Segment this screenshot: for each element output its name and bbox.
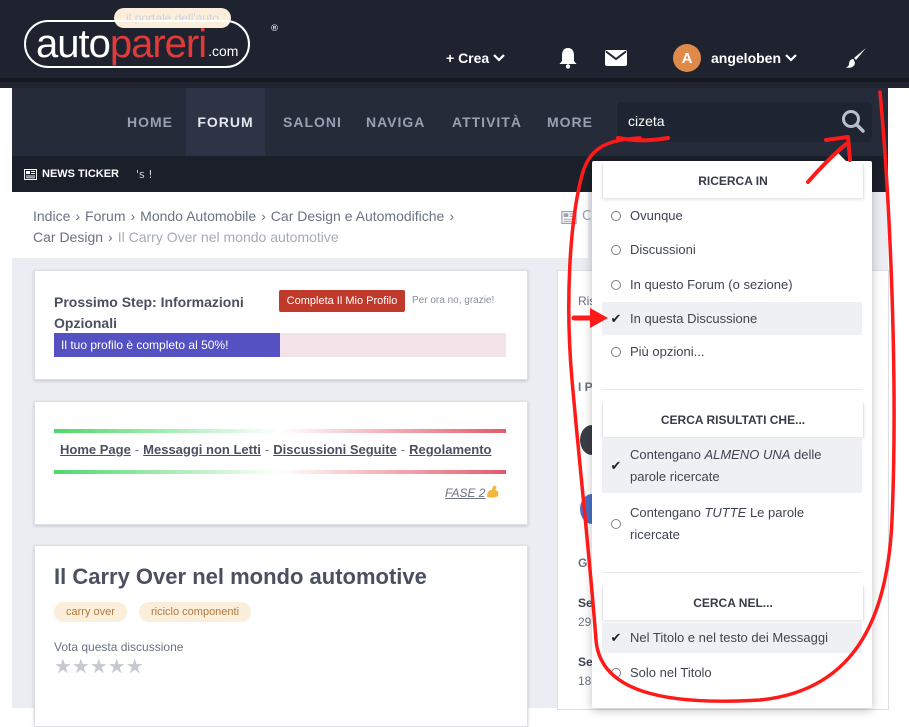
check-icon: ✔ bbox=[610, 630, 622, 645]
quick-links: Home Page - Messaggi non Letti - Discussioni… bbox=[60, 442, 492, 457]
section-title-cerca-nel: CERCA NEL... bbox=[602, 586, 864, 620]
site-logo[interactable]: il portale dell'auto auto pareri .com ® bbox=[18, 8, 288, 70]
radio-icon bbox=[611, 519, 621, 529]
check-icon: ✔ bbox=[610, 310, 622, 326]
username: angeloben bbox=[711, 50, 782, 66]
profile-progress-bar: Il tuo profilo è completo al 50%! bbox=[54, 333, 506, 357]
breadcrumb-item[interactable]: Mondo Automobile bbox=[140, 208, 256, 224]
radio-icon bbox=[611, 280, 621, 290]
option-almeno-una[interactable]: ✔ Contengano ALMENO UNA delle parole ric… bbox=[602, 439, 862, 493]
sidebar-text: 29 bbox=[578, 615, 592, 629]
tag-carry-over[interactable]: carry over bbox=[54, 602, 127, 622]
radio-icon bbox=[611, 211, 621, 221]
search-input[interactable]: cizeta bbox=[628, 113, 665, 129]
user-menu[interactable]: A angeloben bbox=[673, 40, 797, 76]
nav-forum[interactable]: FORUM bbox=[186, 88, 265, 156]
breadcrumb-current: Il Carry Over nel mondo automotive bbox=[117, 229, 339, 245]
newspaper-icon bbox=[24, 168, 37, 180]
breadcrumb-right-text: C bbox=[582, 209, 592, 224]
profile-step-title: Prossimo Step: Informazioni Opzionali bbox=[54, 294, 244, 331]
complete-profile-button[interactable]: Completa Il Mio Profilo bbox=[279, 290, 405, 312]
sidebar-text: Se bbox=[578, 596, 593, 610]
breadcrumb-item[interactable]: Forum bbox=[85, 208, 125, 224]
tag-riciclo[interactable]: riciclo componenti bbox=[139, 602, 252, 622]
rating-stars[interactable]: ★★★★★ bbox=[54, 654, 144, 678]
sidebar-text: Gi bbox=[578, 556, 591, 570]
messages-button[interactable] bbox=[605, 40, 627, 76]
fase-link[interactable]: FASE 2 bbox=[445, 484, 500, 500]
option-discussioni[interactable]: Discussioni bbox=[602, 239, 862, 261]
quick-links-card bbox=[34, 401, 528, 525]
chevron-down-icon bbox=[785, 54, 797, 62]
bell-icon bbox=[559, 48, 577, 69]
option-ovunque[interactable]: Ovunque bbox=[602, 205, 862, 227]
flexed-arm-icon bbox=[487, 485, 499, 498]
breadcrumb-item[interactable]: Car Design e Automodifiche bbox=[271, 208, 445, 224]
nav-attivita[interactable]: ATTIVITÀ bbox=[452, 88, 522, 156]
search-button[interactable] bbox=[840, 108, 866, 138]
divider bbox=[602, 389, 862, 390]
section-title-ricerca-in: RICERCA IN bbox=[602, 164, 864, 198]
thread-title: Il Carry Over nel mondo automotive bbox=[54, 564, 427, 589]
breadcrumb-item[interactable]: Indice bbox=[33, 208, 70, 224]
news-ticker-label: NEWS TICKER bbox=[24, 168, 119, 180]
section-title-cerca-risultati: CERCA RISULTATI CHE... bbox=[602, 403, 864, 437]
avatar: A bbox=[673, 44, 701, 72]
sidebar-text: 18 bbox=[578, 674, 592, 688]
sidebar-text: I P bbox=[578, 380, 593, 394]
gradient-divider bbox=[54, 429, 506, 433]
check-icon: ✔ bbox=[610, 458, 622, 473]
radio-icon bbox=[611, 347, 621, 357]
link-followed[interactable]: Discussioni Seguite bbox=[273, 442, 397, 457]
search-icon bbox=[842, 110, 865, 133]
paintbrush-icon bbox=[846, 48, 866, 68]
logo-wordmark: auto pareri .com bbox=[24, 20, 251, 68]
gradient-divider bbox=[54, 470, 506, 474]
breadcrumb-row-1: Indice › Forum › Mondo Automobile › Car Design… bbox=[33, 208, 455, 224]
radio-icon bbox=[611, 668, 621, 678]
theme-button[interactable] bbox=[845, 40, 867, 76]
breadcrumb-row-2: Car Design › Il Carry Over nel mondo autom… bbox=[33, 229, 339, 245]
option-tutte[interactable]: Contengano TUTTE Le parole ricercate bbox=[602, 501, 862, 547]
nav-more[interactable]: MORE bbox=[547, 88, 593, 156]
option-in-questa-discussione[interactable]: ✔ In questa Discussione bbox=[602, 302, 862, 335]
option-titolo-e-testo[interactable]: ✔ Nel Titolo e nel testo dei Messaggi bbox=[602, 623, 862, 653]
sidebar-text: Se bbox=[578, 655, 593, 669]
ticker-text: 's ! bbox=[136, 168, 153, 181]
breadcrumb-right: C bbox=[552, 192, 592, 258]
vote-label: Vota questa discussione bbox=[54, 640, 184, 654]
nav-saloni[interactable]: SALONI bbox=[283, 88, 342, 156]
option-in-questo-forum[interactable]: In questo Forum (o sezione) bbox=[602, 274, 862, 296]
nav-home[interactable]: HOME bbox=[127, 88, 173, 156]
create-button[interactable]: + Crea bbox=[446, 40, 505, 76]
dismiss-link[interactable]: Per ora no, grazie! bbox=[412, 295, 494, 306]
chevron-down-icon bbox=[493, 54, 505, 62]
nav-naviga[interactable]: NAVIGA bbox=[366, 88, 425, 156]
envelope-icon bbox=[605, 50, 627, 66]
link-home[interactable]: Home Page bbox=[60, 442, 131, 457]
radio-icon bbox=[611, 245, 621, 255]
divider bbox=[602, 572, 862, 573]
progress-text: Il tuo profilo è completo al 50%! bbox=[61, 338, 229, 352]
option-solo-titolo[interactable]: Solo nel Titolo bbox=[602, 662, 862, 684]
option-piu-opzioni[interactable]: Più opzioni... bbox=[602, 341, 862, 363]
link-rules[interactable]: Regolamento bbox=[409, 442, 491, 457]
breadcrumb bbox=[12, 192, 552, 258]
breadcrumb-item[interactable]: Car Design bbox=[33, 229, 103, 245]
newspaper-icon bbox=[561, 211, 577, 224]
link-unread[interactable]: Messaggi non Letti bbox=[143, 442, 261, 457]
notifications-button[interactable] bbox=[558, 40, 578, 76]
